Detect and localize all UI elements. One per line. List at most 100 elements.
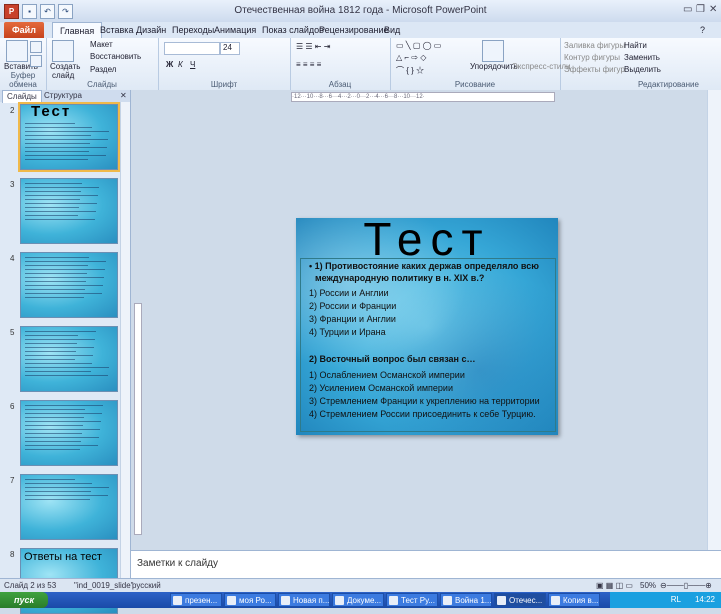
taskbar-item[interactable]: Тест Ру... — [386, 593, 438, 607]
tab-animation[interactable]: Анимация — [214, 25, 256, 35]
status-bar: Слайд 2 из 53 "ind_0019_slide" русский ▣… — [0, 578, 721, 593]
thumbnail-text-line — [25, 191, 81, 192]
tab-transitions[interactable]: Переходы — [172, 25, 214, 35]
language-indicator[interactable]: русский — [132, 581, 161, 590]
select-button[interactable]: Выделить — [624, 65, 661, 74]
tab-insert[interactable]: Вставка — [100, 25, 133, 35]
tab-view[interactable]: Вид — [384, 25, 400, 35]
shapes-gallery-row2[interactable]: △ ⌐ ⇨ ◇ — [396, 53, 426, 62]
thumbnail-text-line — [25, 429, 100, 430]
slide-thumbnail[interactable] — [20, 252, 118, 318]
current-slide[interactable]: Тест • 1) Противостояние каких держав оп… — [296, 216, 558, 435]
align-icon[interactable]: ≡ ≡ ≡ ≡ — [296, 60, 321, 69]
thumbnail-text-line — [25, 347, 94, 348]
thumbnail-text-line — [25, 375, 108, 376]
zoom-level[interactable]: 50% — [640, 581, 656, 590]
font-size-combo[interactable]: 24 — [220, 42, 240, 55]
thumbnail-text-line — [25, 289, 85, 290]
arrange-button[interactable]: Упорядочить — [470, 62, 518, 71]
canvas-scrollbar[interactable] — [707, 90, 721, 550]
slide-thumbnail[interactable]: Тест — [18, 102, 120, 172]
copy-icon[interactable] — [30, 55, 42, 67]
taskbar-item[interactable]: Новая п... — [278, 593, 330, 607]
tab-home[interactable]: Главная — [52, 22, 103, 39]
taskbar-item-label: Докуме... — [347, 596, 382, 605]
minimize-icon[interactable]: ▭ — [683, 4, 692, 15]
bold-button[interactable]: Ж — [166, 60, 173, 69]
tab-review[interactable]: Рецензирование — [319, 25, 389, 35]
tab-file[interactable]: Файл — [4, 22, 44, 38]
taskbar-item[interactable]: Война 1... — [440, 593, 492, 607]
slide-canvas: ·12···10···8···6···4···2···0···2···4···6… — [131, 90, 721, 550]
thumbnail-text-line — [25, 413, 102, 414]
thumbnail-text-line — [25, 433, 82, 434]
shapes-gallery-row3[interactable]: ⌒ { } ☆ — [396, 65, 424, 76]
taskbar-item[interactable]: Докуме... — [332, 593, 384, 607]
close-icon[interactable]: ✕ — [709, 4, 717, 15]
cut-icon[interactable] — [30, 41, 42, 53]
slide-thumbnail[interactable] — [20, 178, 118, 244]
group-label: Буфер обмена — [9, 71, 37, 89]
shapes-gallery[interactable]: ▭ ╲ ▢ ◯ ▭ — [396, 41, 441, 50]
thumbnail-text-line — [25, 367, 109, 368]
window-icon — [173, 596, 182, 605]
new-slide-icon[interactable] — [52, 40, 74, 62]
thumbnail-text-line — [25, 139, 108, 140]
shape-outline-button[interactable]: Контур фигуры — [564, 53, 620, 62]
slide-body[interactable]: • 1) Противостояние каких держав определ… — [300, 258, 556, 432]
slide-title[interactable]: Тест — [296, 216, 558, 262]
section-button[interactable]: Раздел — [90, 65, 116, 74]
thumbnail-text-line — [25, 285, 103, 286]
thumbnail-text-line — [25, 215, 78, 216]
slide-thumbnail[interactable] — [20, 326, 118, 392]
taskbar-item-label: Копия в... — [563, 596, 599, 605]
taskbar-item[interactable]: моя Ро... — [224, 593, 276, 607]
thumbnail-text-line — [25, 355, 93, 356]
replace-button[interactable]: Заменить — [624, 53, 660, 62]
find-button[interactable]: Найти — [624, 41, 647, 50]
view-buttons[interactable]: ▣ ▦ ◫ ▭ — [596, 581, 633, 590]
font-name-combo[interactable] — [164, 42, 220, 55]
q1-option: 3) Франции и Англии — [309, 314, 396, 324]
slide-thumbnail[interactable] — [20, 474, 118, 540]
taskbar-item[interactable]: Копия в... — [548, 593, 600, 607]
group-label: Шрифт — [210, 80, 238, 89]
tab-outline[interactable]: Структура — [44, 91, 82, 100]
thumbnail-text-line — [25, 421, 101, 422]
help-icon[interactable]: ? — [700, 25, 705, 35]
layout-button[interactable]: Макет — [90, 40, 113, 49]
theme-name: "ind_0019_slide" — [74, 581, 134, 590]
italic-button[interactable]: К — [178, 60, 183, 69]
tab-slideshow[interactable]: Показ слайдов — [262, 25, 324, 35]
restore-icon[interactable]: ❐ — [696, 4, 705, 15]
group-editing: Найти Заменить Выделить Редактирование — [616, 38, 721, 90]
notes-pane[interactable]: Заметки к слайду — [131, 550, 721, 579]
tab-design[interactable]: Дизайн — [136, 25, 166, 35]
reset-button[interactable]: Восстановить — [90, 52, 141, 61]
taskbar-item[interactable]: презен... — [170, 593, 222, 607]
arrange-icon[interactable] — [482, 40, 504, 62]
q1-option: 4) Турции и Ирана — [309, 327, 386, 337]
thumbnail-text-line — [25, 195, 98, 196]
tab-slides[interactable]: Слайды — [2, 90, 42, 103]
taskbar-item[interactable]: Отечес... — [494, 593, 546, 607]
q1-option: 2) России и Франции — [309, 301, 397, 311]
thumbnail-text-line — [25, 491, 91, 492]
close-pane-icon[interactable]: ✕ — [120, 91, 127, 100]
zoom-slider[interactable]: ⊖───▯───⊕ — [660, 581, 712, 590]
slide-number: 4 — [10, 254, 15, 263]
panel-scrollbar[interactable] — [120, 102, 130, 578]
slide-thumbnail[interactable] — [20, 400, 118, 466]
group-drawing: ▭ ╲ ▢ ◯ ▭ △ ⌐ ⇨ ◇ ⌒ { } ☆ Упорядочить Эк… — [390, 38, 571, 90]
new-slide-button[interactable]: Создать — [50, 62, 80, 71]
thumbnail-text-line — [25, 155, 106, 156]
bullets-icon[interactable]: ☰ ☰ ⇤ ⇥ — [296, 42, 330, 51]
q2-option: 4) Стремлением России присоединить к себ… — [309, 409, 536, 419]
thumbnail-text-line — [25, 363, 92, 364]
taskbar-item-label: моя Ро... — [239, 596, 272, 605]
underline-button[interactable]: Ч — [190, 60, 195, 69]
keyboard-layout[interactable]: RL — [671, 595, 681, 604]
paste-icon[interactable] — [6, 40, 28, 62]
thumbnail-text-line — [25, 479, 75, 480]
start-button[interactable]: пуск — [0, 592, 48, 608]
